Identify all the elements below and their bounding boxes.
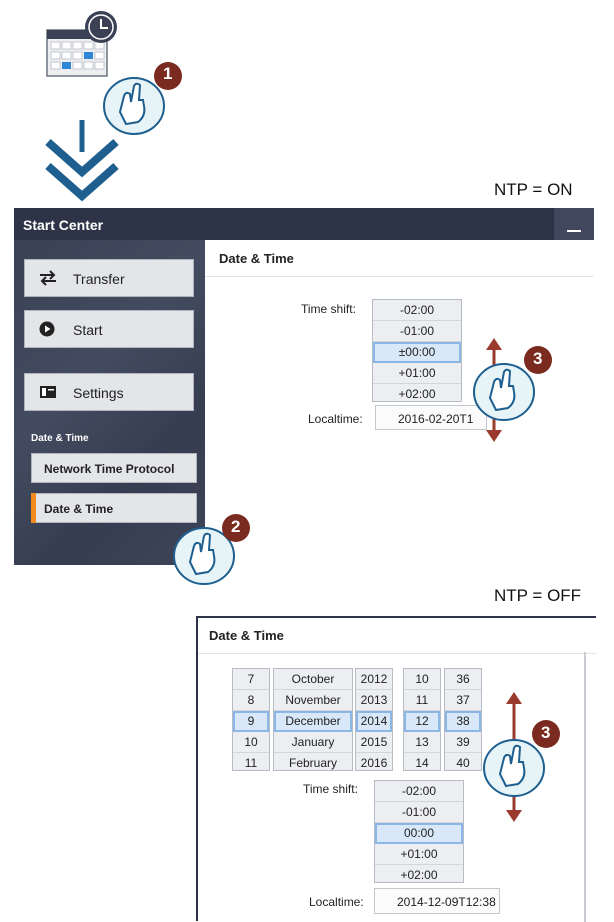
day-option-selected[interactable]: 9 [233,711,269,732]
step-number-2: 2 [231,517,241,536]
time-shift-option[interactable]: +02:00 [375,865,463,885]
hour-option[interactable]: 11 [404,690,440,711]
hour-option-selected[interactable]: 12 [404,711,440,732]
day-option[interactable]: 7 [233,669,269,690]
window-title: Start Center [23,217,104,233]
touch-gesture-icon [173,514,250,585]
time-shift-option[interactable]: +02:00 [373,384,461,404]
sidebar-item-label: Date & Time [44,502,114,516]
play-icon [39,321,55,337]
ntp-off-label: NTP = OFF [494,586,582,605]
year-option[interactable]: 2015 [356,732,392,753]
hour-option[interactable]: 14 [404,753,440,773]
ntp-on-label: NTP = ON [494,180,573,199]
step-number-3: 3 [533,349,543,368]
divider [205,276,594,277]
step-number-3: 3 [541,723,551,742]
time-shift-spinner[interactable]: -02:00 -01:00 00:00 +01:00 +02:00 [374,780,464,883]
start-button[interactable]: Start [24,310,194,348]
day-option[interactable]: 8 [233,690,269,711]
time-shift-option-selected[interactable]: ±00:00 [373,342,461,363]
settings-button[interactable]: Settings [24,373,194,411]
time-shift-option[interactable]: -02:00 [373,300,461,321]
time-shift-option-selected[interactable]: 00:00 [375,823,463,844]
hour-option[interactable]: 13 [404,732,440,753]
settings-label: Settings [73,385,124,401]
divider [198,653,596,654]
time-shift-option[interactable]: +01:00 [373,363,461,384]
year-option[interactable]: 2016 [356,753,392,773]
localtime-value: 2014-12-09T12:38 [374,888,500,914]
scrollbar[interactable] [584,652,586,922]
month-spinner[interactable]: October November December January Februa… [273,668,353,771]
start-label: Start [73,322,103,338]
time-shift-option[interactable]: -01:00 [373,321,461,342]
month-option[interactable]: January [274,732,352,753]
day-option[interactable]: 11 [233,753,269,773]
day-spinner[interactable]: 7 8 9 10 11 [232,668,270,771]
localtime-label: Localtime: [308,412,363,426]
time-shift-label: Time shift: [303,782,358,796]
sidebar-item-network-time-protocol[interactable]: Network Time Protocol [31,453,197,483]
year-option[interactable]: 2012 [356,669,392,690]
page-title: Date & Time [219,251,294,266]
time-shift-option[interactable]: -02:00 [375,781,463,802]
transfer-icon [40,270,56,286]
month-option[interactable]: October [274,669,352,690]
day-option[interactable]: 10 [233,732,269,753]
start-center-header: Start Center [14,208,594,240]
month-option[interactable]: November [274,690,352,711]
year-option-selected[interactable]: 2014 [356,711,392,732]
localtime-label: Localtime: [309,895,364,909]
settings-icon [40,386,56,398]
section-label-date-time: Date & Time [31,433,89,444]
time-shift-label: Time shift: [301,302,356,316]
hour-spinner[interactable]: 10 11 12 13 14 [403,668,441,771]
minimize-button[interactable] [554,208,594,240]
time-shift-option[interactable]: -01:00 [375,802,463,823]
month-option[interactable]: February [274,753,352,773]
double-chevron-down-icon [45,120,119,202]
month-option-selected[interactable]: December [274,711,352,732]
swipe-up-down-icon [483,692,560,822]
minute-option[interactable]: 36 [445,669,481,690]
swipe-up-down-icon [473,338,552,442]
transfer-label: Transfer [73,271,125,287]
year-spinner[interactable]: 2012 2013 2014 2015 2016 [355,668,393,771]
time-shift-spinner[interactable]: -02:00 -01:00 ±00:00 +01:00 +02:00 [372,299,462,402]
page-title: Date & Time [209,628,284,643]
year-option[interactable]: 2013 [356,690,392,711]
transfer-button[interactable]: Transfer [24,259,194,297]
hour-option[interactable]: 10 [404,669,440,690]
step-number-1: 1 [163,64,173,83]
time-shift-option[interactable]: +01:00 [375,844,463,865]
sidebar-item-label: Network Time Protocol [44,462,175,476]
